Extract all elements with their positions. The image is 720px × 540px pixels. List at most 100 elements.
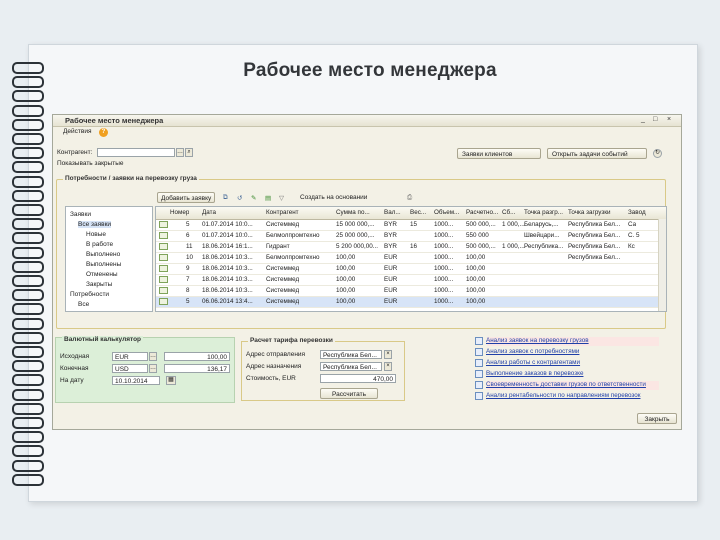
minimize-button[interactable]: _ [641, 116, 645, 123]
report-link[interactable]: Анализ заявок на перевозку грузов [475, 337, 589, 345]
tree-item[interactable]: Заявки [70, 211, 91, 218]
table-row[interactable]: 9 18.06.2014 10:3... Системмед 100,00 EUR 100… [156, 264, 666, 275]
contractor-field[interactable] [97, 148, 175, 157]
tariff-value-field[interactable]: Республика Бел... [320, 362, 382, 371]
calc-amount-field[interactable]: 136,17 [164, 364, 230, 373]
table-cell: Системмед [266, 221, 300, 228]
table-cell: 5 200 000,00... [336, 243, 379, 250]
column-header[interactable]: Объем... [434, 209, 459, 216]
tree-item[interactable]: Все [78, 301, 89, 308]
report-link[interactable]: Выполнение заказов в перевозке [475, 370, 583, 378]
calc-currency-field[interactable]: EUR [112, 352, 148, 361]
filter-icon[interactable]: ▽ [279, 194, 284, 202]
table-cell: Республика Бел... [568, 254, 621, 261]
column-header[interactable]: Контрагент [266, 209, 299, 216]
table-row[interactable]: 5 01.07.2014 10:0... Системмед 15 000 000,.… [156, 220, 666, 231]
report-link[interactable]: Анализ рентабельности по направлениям пе… [475, 392, 640, 400]
tree-item[interactable]: Отменены [86, 271, 118, 278]
needs-group: Потребности / заявки на перевозку груза … [56, 175, 667, 329]
table-cell: EUR [384, 254, 398, 261]
table-row[interactable]: 6 01.07.2014 10:0... Белмолпромтехно 25 000… [156, 231, 666, 242]
tree-item[interactable]: Выполнены [86, 261, 121, 268]
create-based-label: Создать на основании [300, 194, 368, 201]
tariff-clear-button[interactable]: × [384, 350, 392, 359]
status-tree: Заявки Все заявки Новые В работе Выполнено Вы… [65, 206, 153, 312]
table-cell: EUR [384, 276, 398, 283]
table-cell: BYR [384, 243, 397, 250]
close-button[interactable]: Закрыть [637, 413, 677, 424]
slide-title: Рабочее место менеджера [243, 60, 497, 81]
requests-button[interactable]: Заявки клиентов [457, 148, 541, 159]
calc-amount-field[interactable]: 100,00 [164, 352, 230, 361]
document-icon [159, 287, 168, 294]
tariff-row-label: Адрес отправления [246, 351, 306, 358]
open-events-button[interactable]: Открыть задачи событий [547, 148, 647, 159]
calc-currency-field[interactable]: 10.10.2014 [112, 376, 160, 385]
table-cell: 550 000 [466, 232, 489, 239]
contractor-search-icon[interactable]: ⌕ [185, 148, 193, 157]
calc-row-label: На дату [60, 377, 84, 384]
spiral-ring [12, 346, 44, 358]
column-header[interactable]: Вал... [384, 209, 401, 216]
spiral-ring [12, 232, 44, 245]
help-icon[interactable]: ? [99, 128, 108, 137]
table-cell: 100,00 [336, 265, 356, 272]
show-closed-checkbox[interactable]: Показывать закрытые [57, 160, 123, 167]
report-link[interactable]: Анализ заявок с потребностями [475, 348, 579, 356]
table-row[interactable]: 7 18.06.2014 10:3... Системмед 100,00 EUR 100… [156, 275, 666, 286]
copy-icon[interactable]: ⧉ [223, 194, 228, 202]
spiral-ring [12, 90, 44, 103]
tariff-clear-button[interactable]: × [384, 362, 392, 371]
table-cell: 11 [186, 243, 193, 250]
column-header[interactable]: Сумма по... [336, 209, 370, 216]
table-cell: 1000... [434, 265, 454, 272]
maximize-button[interactable]: □ [653, 116, 657, 123]
table-cell: Белмолпромтехно [266, 254, 320, 261]
table-cell: 18.06.2014 10:3... [202, 276, 253, 283]
tree-item[interactable]: Закрыты [86, 281, 112, 288]
actions-menu[interactable]: Действия [61, 128, 93, 137]
tree-item[interactable]: Все заявки [78, 221, 112, 228]
tree-item[interactable]: Потребности [70, 291, 109, 298]
post-icon[interactable]: ▤ [265, 194, 271, 202]
column-header[interactable]: Завод [628, 209, 646, 216]
table-scrollbar[interactable] [658, 219, 666, 311]
table-row[interactable]: 11 18.06.2014 16:1... Гидрант 5 200 000,00.… [156, 242, 666, 253]
spiral-ring [12, 104, 44, 117]
table-row[interactable]: 10 18.06.2014 10:3... Белмолпромтехно 100,0… [156, 253, 666, 264]
close-window-button[interactable]: × [667, 116, 671, 123]
contractor-select-button[interactable]: … [176, 148, 184, 157]
spiral-ring [12, 317, 44, 330]
print-icon[interactable]: ⎙ [407, 194, 412, 202]
add-request-button[interactable]: Добавить заявку [157, 192, 215, 203]
column-header[interactable]: Вес... [410, 209, 426, 216]
create-based-button[interactable]: Создать на основании [297, 192, 393, 203]
column-header[interactable]: Сб... [502, 209, 515, 216]
spiral-ring [12, 360, 44, 373]
table-header: Номер Дата Контрагент Сумма по... Вал... Вес.… [156, 207, 666, 220]
refresh-icon[interactable]: ↻ [653, 149, 662, 158]
column-header[interactable]: Расчетно... [466, 209, 498, 216]
tariff-row-label: Адрес назначения [246, 363, 302, 370]
calendar-icon[interactable]: ▦ [166, 376, 176, 385]
table-cell: Швейцари... [524, 232, 560, 239]
tariff-value-field[interactable]: Республика Бел... [320, 350, 382, 359]
table-row[interactable]: 8 18.06.2014 10:3... Системмед 100,00 EUR 100… [156, 286, 666, 297]
table-row[interactable]: 5 06.06.2014 13:4... Системмед 100,00 EUR 100… [156, 297, 666, 308]
edit-icon[interactable]: ✎ [251, 194, 256, 202]
tree-item[interactable]: В работе [86, 241, 113, 248]
report-link[interactable]: Своевременность доставки грузов по ответ… [475, 381, 646, 389]
tree-item[interactable]: Новые [86, 231, 106, 238]
calc-currency-select-button[interactable]: … [149, 364, 157, 373]
calc-currency-field[interactable]: USD [112, 364, 148, 373]
calc-currency-select-button[interactable]: … [149, 352, 157, 361]
column-header[interactable]: Точка загрузки [568, 209, 611, 216]
column-header[interactable]: Точка разгр... [524, 209, 563, 216]
refresh-list-icon[interactable]: ↺ [237, 194, 242, 202]
tariff-value-field[interactable]: 470,00 [320, 374, 396, 383]
column-header[interactable]: Номер [170, 209, 189, 216]
calculate-button[interactable]: Рассчитать [320, 388, 378, 399]
column-header[interactable]: Дата [202, 209, 216, 216]
tree-item[interactable]: Выполнено [86, 251, 120, 258]
report-link[interactable]: Анализ работы с контрагентами [475, 359, 580, 367]
